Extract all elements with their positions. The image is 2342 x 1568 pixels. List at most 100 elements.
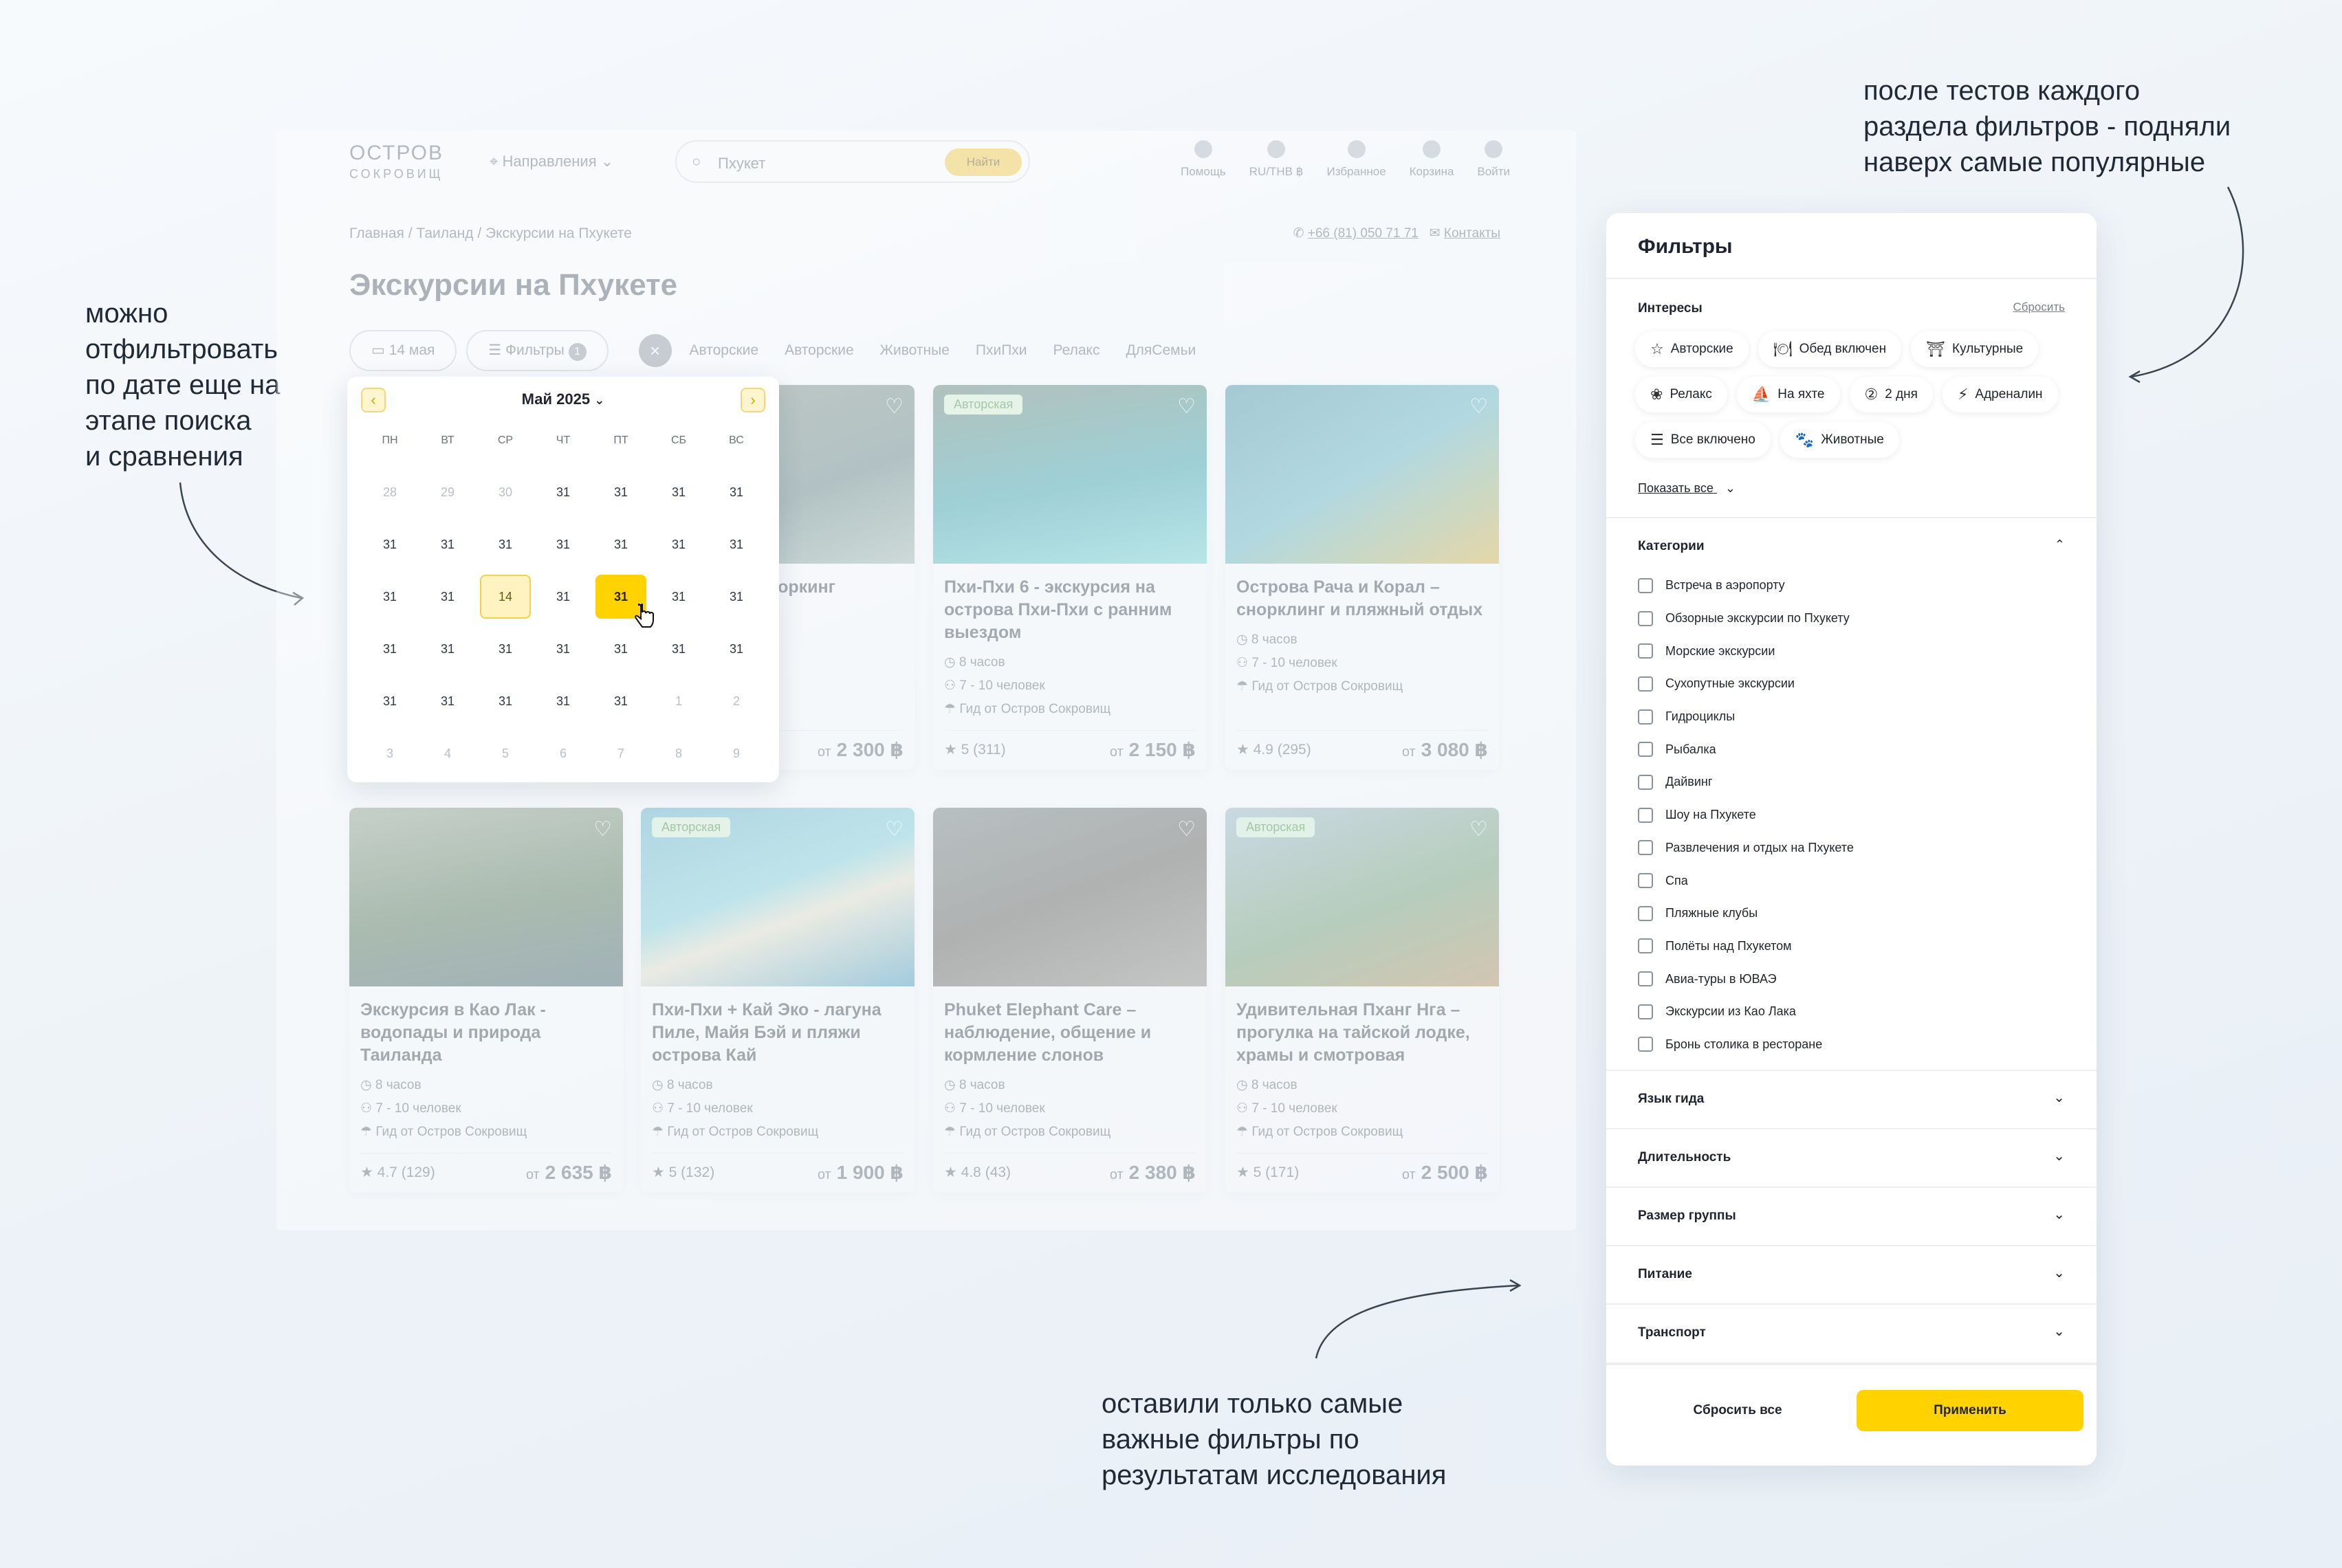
search-bar[interactable]: ○ Пхукет Найти [675, 140, 1030, 183]
calendar-day[interactable]: 31 [708, 623, 765, 675]
calendar-day[interactable]: 31 [419, 675, 477, 727]
calendar-day[interactable]: 31 [419, 571, 477, 623]
interest-tag[interactable]: ②2 дня [1849, 377, 1933, 412]
calendar-day[interactable]: 31 [419, 623, 477, 675]
calendar-day[interactable]: 31 [534, 571, 592, 623]
next-month-button[interactable]: › [741, 388, 765, 412]
interest-tag[interactable]: ⛵ На яхте [1736, 377, 1840, 412]
heart-icon[interactable]: ♡ [885, 817, 904, 841]
category-chip[interactable]: ПхиПхи [967, 342, 1036, 359]
filters-chip[interactable]: ☰ Фильтры 1 [466, 330, 609, 371]
reset-all-button[interactable]: Сбросить все [1638, 1390, 1837, 1431]
calendar-day[interactable]: 31 [650, 518, 708, 571]
category-checkbox[interactable]: Морские экскурсии [1638, 634, 1854, 667]
search-input[interactable]: Пхукет [718, 155, 765, 173]
heart-icon[interactable]: ♡ [1469, 395, 1488, 419]
calendar-day[interactable]: 31 [534, 518, 592, 571]
calendar-day[interactable]: 31 [650, 466, 708, 518]
apply-button[interactable]: Применить [1857, 1390, 2083, 1431]
heart-icon[interactable]: ♡ [593, 817, 612, 841]
directions-menu[interactable]: ⌖ Направления ⌄ [490, 153, 613, 170]
date-chip[interactable]: ▭ 14 мая [349, 330, 457, 371]
category-checkbox[interactable]: Дайвинг [1638, 766, 1854, 799]
favorites-button[interactable]: Избранное [1327, 140, 1386, 179]
calendar-day[interactable]: 31 [708, 518, 765, 571]
help-button[interactable]: Помощь [1181, 140, 1226, 179]
calendar-day[interactable]: 31 [592, 466, 650, 518]
category-checkbox[interactable]: Сухопутные экскурсии [1638, 667, 1854, 700]
chevron-up-icon[interactable]: ⌃ [2055, 538, 2065, 552]
tour-card[interactable]: Авторская ♡ Удивительная Пханг Нга – про… [1225, 808, 1499, 1193]
category-chip[interactable]: ДляСемьи [1117, 342, 1204, 359]
interest-tag[interactable]: 🍽 Обед включен [1758, 331, 1902, 367]
contacts-link[interactable]: Контакты [1444, 226, 1500, 241]
category-checkbox[interactable]: Рыбалка [1638, 733, 1854, 766]
calendar-day[interactable]: 31 [534, 623, 592, 675]
accordion-transport[interactable]: Транспорт ⌄ [1606, 1303, 2097, 1362]
calendar-day[interactable]: 31 [534, 466, 592, 518]
category-checkbox[interactable]: Спа [1638, 864, 1854, 897]
calendar-day[interactable]: 31 [708, 466, 765, 518]
accordion-duration[interactable]: Длительность ⌄ [1606, 1128, 2097, 1186]
interest-tag[interactable]: ⛩ Культурные [1911, 331, 2039, 367]
login-button[interactable]: Войти [1477, 140, 1510, 179]
calendar-day[interactable]: 31 [361, 623, 419, 675]
interest-tag[interactable]: ⚡ Адреналин [1942, 377, 2058, 412]
heart-icon[interactable]: ♡ [1177, 395, 1196, 419]
calendar-day[interactable]: 31 [534, 675, 592, 727]
category-chip[interactable]: Авторские [681, 342, 767, 359]
show-all-interests-button[interactable]: Показать все ⌄ [1638, 481, 1736, 496]
calendar-day[interactable]: 31 [361, 518, 419, 571]
accordion-meals[interactable]: Питание ⌄ [1606, 1245, 2097, 1303]
calendar-day[interactable]: 31 [419, 518, 477, 571]
interests-reset-link[interactable]: Сбросить [2013, 300, 2065, 314]
category-checkbox[interactable]: Встреча в аэропорту [1638, 569, 1854, 602]
calendar-day[interactable]: 31 [477, 518, 534, 571]
category-checkbox[interactable]: Обзорные экскурсии по Пхукету [1638, 602, 1854, 635]
heart-icon[interactable]: ♡ [1177, 817, 1196, 841]
tour-card[interactable]: ♡ Phuket Elephant Care – наблюдение, общ… [933, 808, 1207, 1193]
calendar-day[interactable]: 31 [477, 623, 534, 675]
calendar-day[interactable]: 31 [650, 623, 708, 675]
clear-filters-button[interactable]: × [638, 334, 672, 367]
calendar-day-today[interactable]: 14 [477, 571, 534, 623]
category-checkbox[interactable]: Авиа-туры в ЮВАЭ [1638, 962, 1854, 995]
category-checkbox[interactable]: Полёты над Пхукетом [1638, 930, 1854, 963]
tour-card[interactable]: Авторская ♡ Пхи-Пхи + Кай Эко - лагуна П… [641, 808, 915, 1193]
calendar-day[interactable]: 31 [592, 675, 650, 727]
category-chip[interactable]: Авторские [776, 342, 862, 359]
category-checkbox[interactable]: Шоу на Пхукете [1638, 799, 1854, 832]
cart-button[interactable]: Корзина [1410, 140, 1454, 179]
category-checkbox[interactable]: Развлечения и отдых на Пхукете [1638, 832, 1854, 865]
tour-card[interactable]: ♡ Экскурсия в Као Лак - водопады и приро… [349, 808, 623, 1193]
category-chip[interactable]: Релакс [1045, 342, 1108, 359]
category-chip[interactable]: Животные [872, 342, 958, 359]
logo[interactable]: ОСТРОВ СОКРОВИЩ [349, 143, 444, 184]
calendar-day[interactable]: 31 [361, 675, 419, 727]
phone-link[interactable]: +66 (81) 050 71 71 [1308, 226, 1419, 241]
heart-icon[interactable]: ♡ [885, 395, 904, 419]
interest-tag[interactable]: ❀ Релакс [1635, 377, 1727, 412]
tour-card[interactable]: ♡ Острова Рача и Корал – снорклинг и пля… [1225, 385, 1499, 770]
interest-tag[interactable]: 🐾 Животные [1780, 422, 1899, 458]
currency-button[interactable]: RU/THB ฿ [1249, 140, 1304, 179]
calendar-day[interactable]: 31 [708, 571, 765, 623]
category-checkbox[interactable]: Экскурсии из Као Лака [1638, 995, 1854, 1028]
accordion-group-size[interactable]: Размер группы ⌄ [1606, 1186, 2097, 1245]
breadcrumb[interactable]: Главная / Таиланд / Экскурсии на Пхукете [349, 225, 632, 242]
search-button[interactable]: Найти [945, 148, 1022, 176]
calendar-day[interactable]: 31 [477, 675, 534, 727]
calendar-day[interactable]: 31 [650, 571, 708, 623]
accordion-guide-language[interactable]: Язык гида ⌄ [1606, 1070, 2097, 1128]
calendar-day[interactable]: 31 [361, 571, 419, 623]
month-selector[interactable]: Май 2025 ⌄ [347, 390, 779, 408]
interest-tag[interactable]: ☰ Все включено [1635, 422, 1771, 458]
categories-heading[interactable]: Категории [1638, 539, 1705, 554]
tour-card[interactable]: Авторская ♡ Пхи-Пхи 6 - экскурсия на ост… [933, 385, 1207, 770]
interest-tag[interactable]: ☆ Авторские [1635, 331, 1749, 367]
heart-icon[interactable]: ♡ [1469, 817, 1488, 841]
category-checkbox[interactable]: Бронь столика в ресторане [1638, 1028, 1854, 1061]
category-checkbox[interactable]: Гидроциклы [1638, 700, 1854, 733]
calendar-day[interactable]: 31 [592, 518, 650, 571]
category-checkbox[interactable]: Пляжные клубы [1638, 897, 1854, 930]
